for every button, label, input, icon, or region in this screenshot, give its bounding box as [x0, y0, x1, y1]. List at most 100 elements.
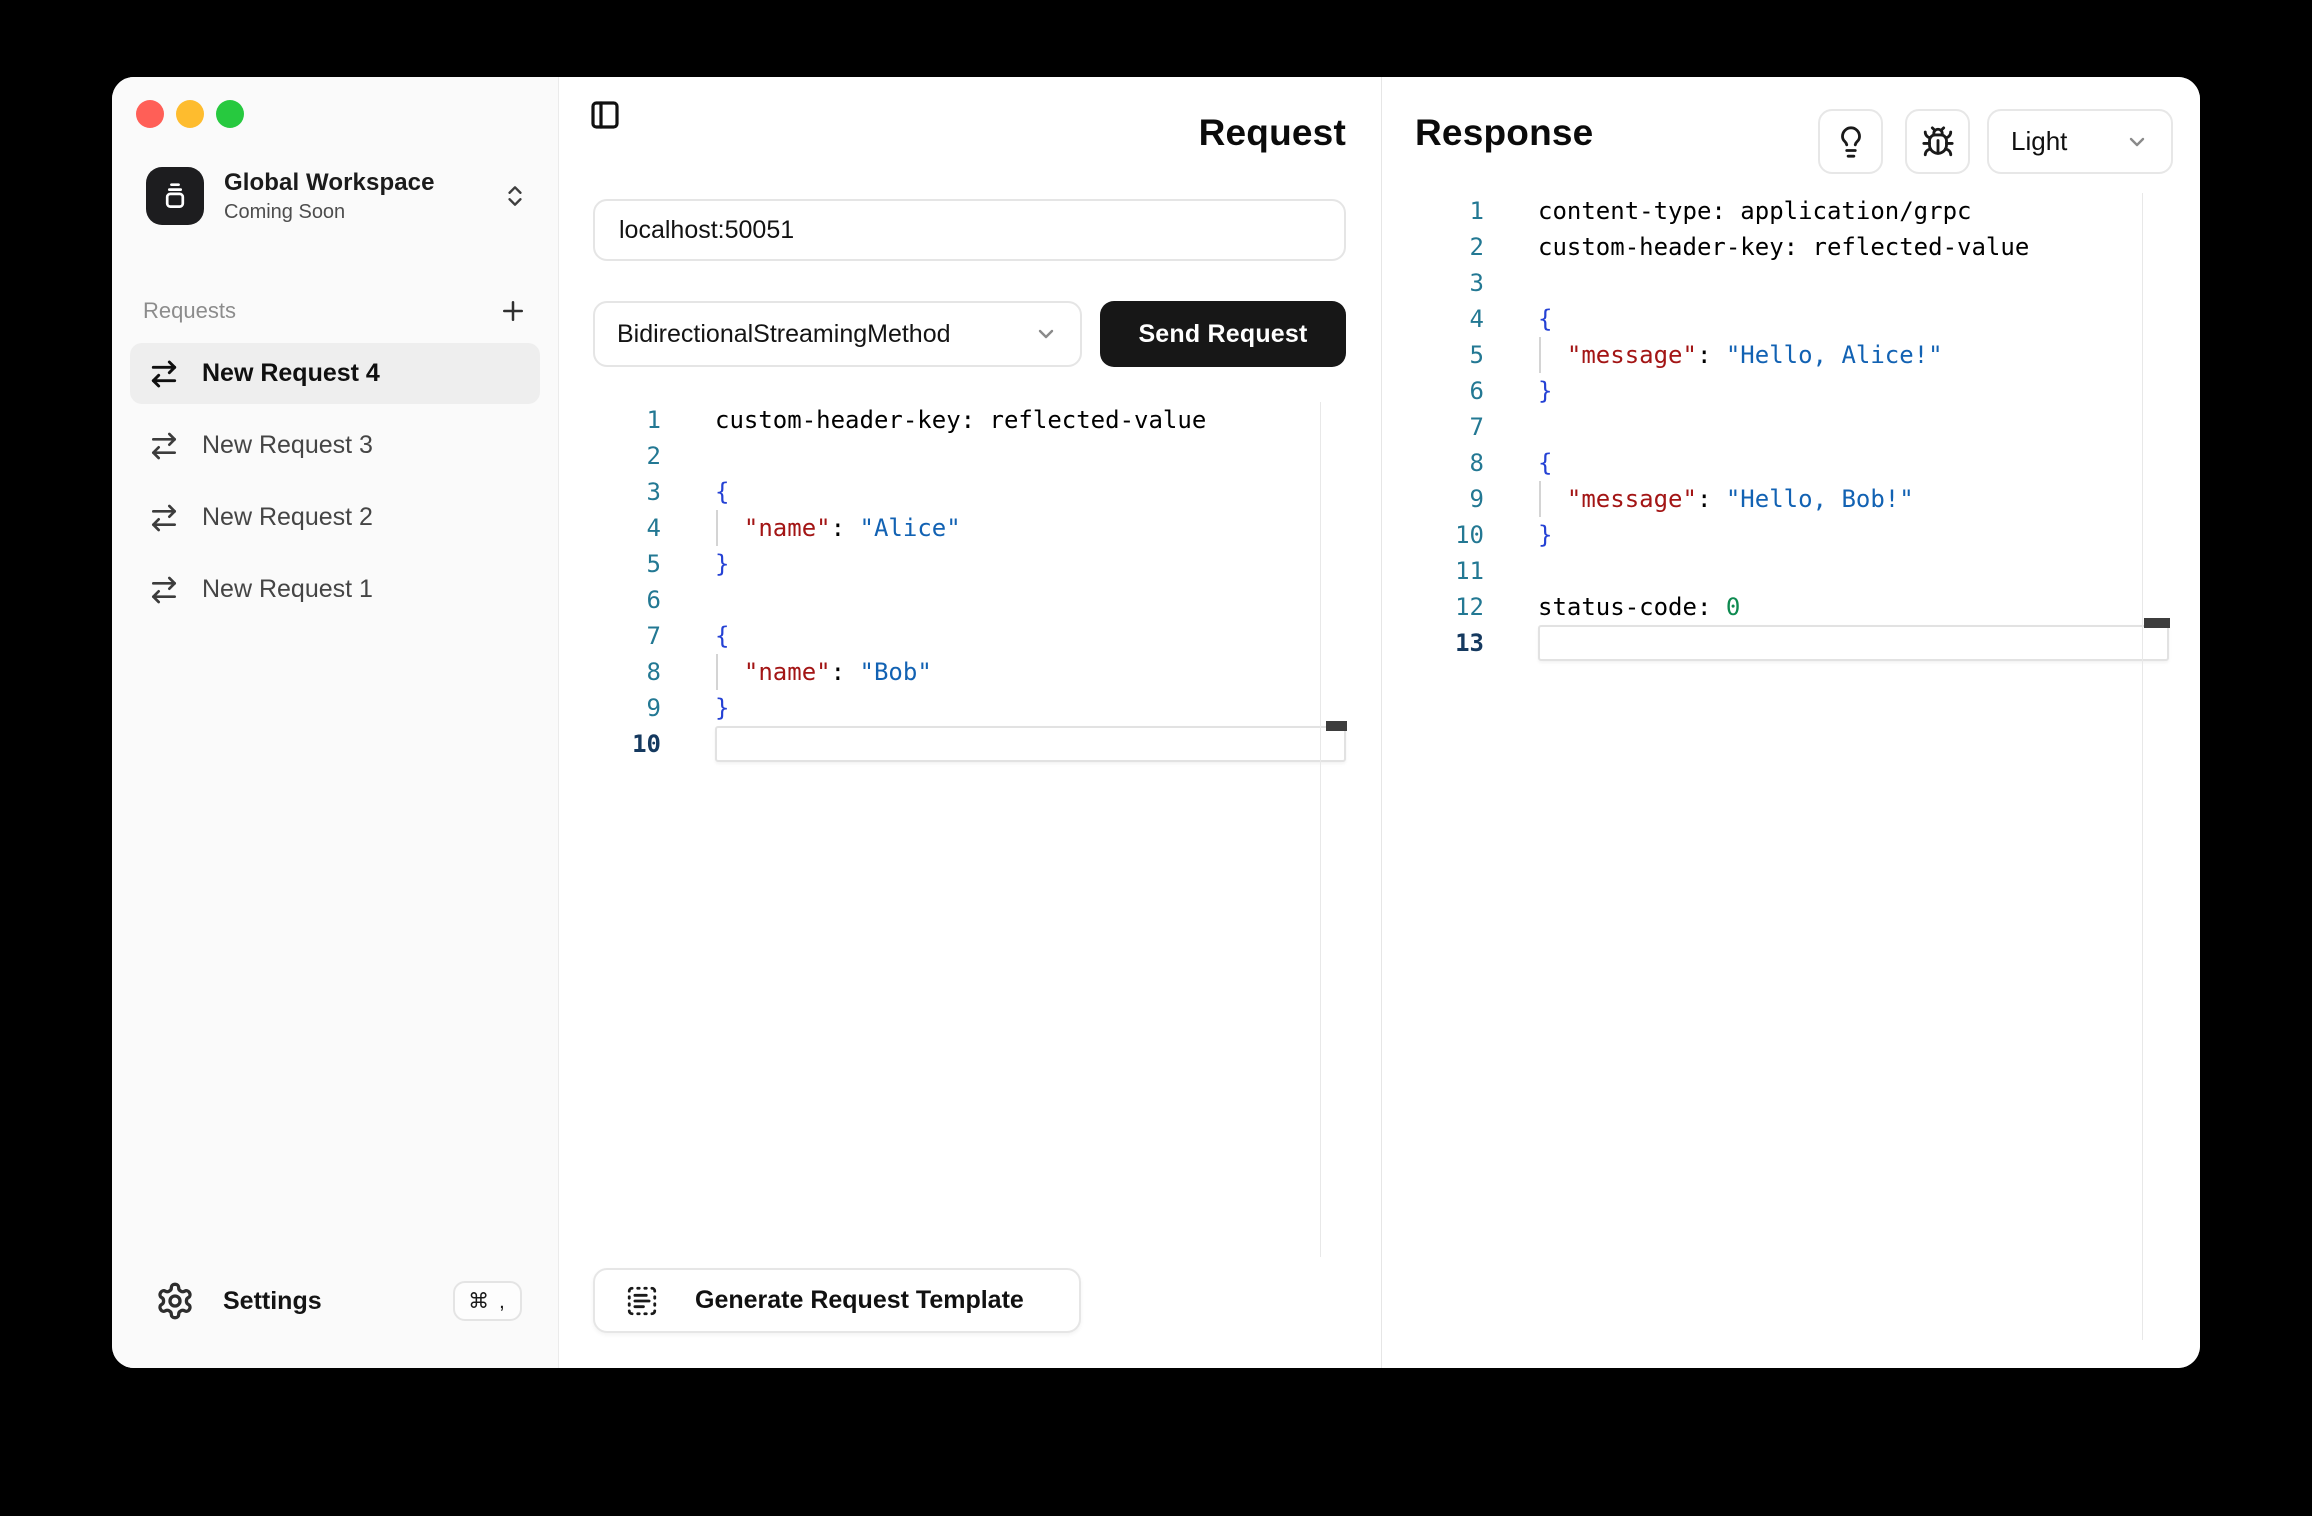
code-line: 6 [559, 582, 1381, 618]
code-line: 7{ [559, 618, 1381, 654]
code-text: } [1538, 373, 1552, 409]
minimize-window-button[interactable] [176, 100, 204, 128]
send-request-label: Send Request [1138, 320, 1307, 349]
code-line: 7 [1382, 409, 2200, 445]
code-text: { [1538, 445, 1552, 481]
line-number: 12 [1382, 589, 1484, 625]
workspace-text: Global Workspace Coming Soon [224, 169, 502, 224]
code-text: } [715, 546, 729, 582]
requests-label: Requests [143, 298, 236, 324]
response-panel: Response Light 1 content-type: applicatio… [1381, 77, 2200, 1368]
code-line: 11 [1382, 553, 2200, 589]
request-editor-scrollbar-thumb[interactable] [1326, 721, 1347, 731]
app-window: Global Workspace Coming Soon Requests [112, 77, 2200, 1368]
active-line-cursor-box[interactable] [1538, 625, 2169, 661]
gear-icon [155, 1281, 195, 1321]
code-line: 5 "message": "Hello, Alice!" [1382, 337, 2200, 373]
line-number: 2 [1382, 229, 1484, 265]
code-line: 13 [1382, 625, 2200, 661]
template-icon [625, 1284, 659, 1318]
chevron-down-icon [1034, 322, 1058, 346]
settings-button[interactable]: Settings ⌘ , [155, 1279, 522, 1323]
line-number: 5 [559, 546, 661, 582]
code-text: } [715, 690, 729, 726]
code-text: "name": "Alice" [715, 510, 961, 546]
code-line: 10} [1382, 517, 2200, 553]
sidebar-item-new-request-4[interactable]: New Request 4 [130, 343, 540, 404]
request-item-label: New Request 4 [202, 359, 380, 388]
response-editor-scrollbar-thumb[interactable] [2144, 618, 2170, 628]
close-window-button[interactable] [136, 100, 164, 128]
theme-dropdown[interactable]: Light [1987, 109, 2173, 174]
theme-dropdown-value: Light [2011, 126, 2067, 157]
line-number: 7 [559, 618, 661, 654]
code-line: 9} [559, 690, 1381, 726]
code-line: 3{ [559, 474, 1381, 510]
line-number: 9 [1382, 481, 1484, 517]
code-line: 4 "name": "Alice" [559, 510, 1381, 546]
send-request-button[interactable]: Send Request [1100, 301, 1346, 367]
code-text: custom-header-key: reflected-value [715, 402, 1206, 438]
sidebar-toggle-button[interactable] [587, 97, 623, 133]
sidebar-item-new-request-2[interactable]: New Request 2 [130, 487, 540, 548]
line-number: 3 [559, 474, 661, 510]
line-number: 8 [1382, 445, 1484, 481]
line-number: 3 [1382, 265, 1484, 301]
request-item-label: New Request 1 [202, 575, 373, 604]
generate-request-template-button[interactable]: Generate Request Template [593, 1268, 1081, 1333]
sidebar-item-new-request-3[interactable]: New Request 3 [130, 415, 540, 476]
code-text: { [715, 618, 729, 654]
arrows-swap-icon [148, 358, 180, 390]
line-number: 1 [1382, 193, 1484, 229]
code-line: 2 [559, 438, 1381, 474]
code-text: custom-header-key: reflected-value [1538, 229, 2029, 265]
line-number: 6 [1382, 373, 1484, 409]
code-line: 12 status-code: 0 [1382, 589, 2200, 625]
request-panel: Request BidirectionalStreamingMethod Sen… [559, 77, 1381, 1368]
code-text: "name": "Bob" [715, 654, 932, 690]
code-line: 1 custom-header-key: reflected-value [559, 402, 1381, 438]
code-line: 9 "message": "Hello, Bob!" [1382, 481, 2200, 517]
workspace-switcher[interactable]: Global Workspace Coming Soon [146, 167, 528, 225]
add-request-button[interactable] [498, 296, 528, 326]
line-number: 4 [1382, 301, 1484, 337]
workspace-title: Global Workspace [224, 169, 502, 197]
request-list: New Request 4 New Request 3 New Request … [130, 343, 540, 631]
response-panel-title: Response [1415, 107, 1593, 159]
arrows-swap-icon [148, 502, 180, 534]
line-number: 9 [559, 690, 661, 726]
chevron-down-icon [2125, 130, 2149, 154]
arrows-swap-icon [148, 430, 180, 462]
response-code-editor[interactable]: 1 content-type: application/grpc 2 custom-h… [1382, 193, 2200, 661]
lightbulb-button[interactable] [1818, 109, 1883, 174]
code-text: { [1538, 301, 1552, 337]
line-number: 13 [1382, 625, 1484, 661]
workspace-icon [146, 167, 204, 225]
code-line: 4{ [1382, 301, 2200, 337]
request-item-label: New Request 2 [202, 503, 373, 532]
active-line-cursor-box[interactable] [715, 726, 1346, 762]
method-dropdown[interactable]: BidirectionalStreamingMethod [593, 301, 1082, 367]
line-number: 2 [559, 438, 661, 474]
request-item-label: New Request 3 [202, 431, 373, 460]
generate-request-template-label: Generate Request Template [695, 1286, 1024, 1315]
line-number: 6 [559, 582, 661, 618]
code-text: status-code: 0 [1538, 589, 1740, 625]
line-number: 1 [559, 402, 661, 438]
sidebar: Global Workspace Coming Soon Requests [112, 77, 559, 1368]
code-text: "message": "Hello, Alice!" [1538, 337, 1943, 373]
server-address-input[interactable] [593, 199, 1346, 261]
line-number: 10 [1382, 517, 1484, 553]
code-text: } [1538, 517, 1552, 553]
line-number: 5 [1382, 337, 1484, 373]
zoom-window-button[interactable] [216, 100, 244, 128]
settings-label: Settings [223, 1287, 453, 1316]
bug-button[interactable] [1905, 109, 1970, 174]
code-line: 10 [559, 726, 1381, 762]
code-text: { [715, 474, 729, 510]
method-dropdown-value: BidirectionalStreamingMethod [617, 320, 951, 349]
sidebar-item-new-request-1[interactable]: New Request 1 [130, 559, 540, 620]
request-code-editor[interactable]: 1custom-header-key: reflected-value23{4 … [559, 402, 1381, 762]
code-text: content-type: application/grpc [1538, 193, 1971, 229]
workspace-subtitle: Coming Soon [224, 201, 502, 224]
